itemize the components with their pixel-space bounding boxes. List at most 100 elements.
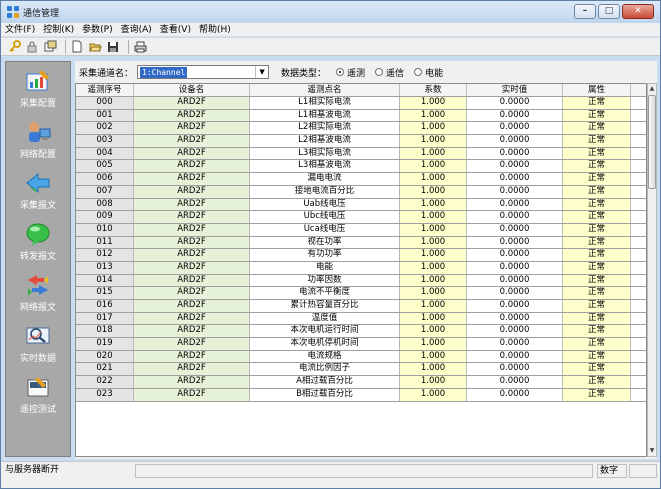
cell-coefficient[interactable]: 1.000 [400, 376, 467, 388]
cell-seq[interactable]: 002 [76, 122, 134, 135]
cell-seq[interactable]: 011 [76, 236, 134, 249]
cell-device[interactable]: ARD2F [134, 300, 250, 312]
cell-coefficient[interactable]: 1.000 [400, 287, 467, 299]
cell-realtime-value[interactable]: 0.0000 [467, 350, 563, 363]
cell-point-name[interactable]: 电流比例因子 [250, 363, 400, 376]
cell-attribute[interactable]: 正常 [563, 350, 631, 363]
table-row[interactable]: 005 ARD2F L3相基波电流 1.000 0.0000 正常 [76, 160, 646, 174]
table-row[interactable]: 004 ARD2F L3相实际电流 1.000 0.0000 正常 [76, 147, 646, 161]
cell-attribute[interactable]: 正常 [563, 338, 631, 350]
cell-point-name[interactable]: L3相实际电流 [250, 147, 400, 160]
cell-realtime-value[interactable]: 0.0000 [467, 147, 563, 160]
cell-attribute[interactable]: 正常 [563, 223, 631, 236]
cell-attribute[interactable]: 正常 [563, 287, 631, 299]
cell-realtime-value[interactable]: 0.0000 [467, 261, 563, 274]
table-row[interactable]: 000 ARD2F L1相实际电流 1.000 0.0000 正常 [76, 97, 646, 110]
cell-seq[interactable]: 018 [76, 325, 134, 338]
cell-attribute[interactable]: 正常 [563, 261, 631, 274]
channel-select[interactable]: 1:Channel ▼ [137, 65, 270, 79]
cell-coefficient[interactable]: 1.000 [400, 211, 467, 223]
cell-point-name[interactable]: 累计热容量百分比 [250, 300, 400, 312]
cell-seq[interactable]: 010 [76, 223, 134, 236]
menu-params[interactable]: 参数(P) [78, 23, 116, 37]
cell-device[interactable]: ARD2F [134, 223, 250, 236]
sidebar-item-network-message[interactable]: 网络报文 [6, 266, 70, 317]
cell-device[interactable]: ARD2F [134, 211, 250, 223]
cell-coefficient[interactable]: 1.000 [400, 249, 467, 261]
cell-realtime-value[interactable]: 0.0000 [467, 300, 563, 312]
cell-realtime-value[interactable]: 0.0000 [467, 325, 563, 338]
cell-attribute[interactable]: 正常 [563, 122, 631, 135]
cell-coefficient[interactable]: 1.000 [400, 185, 467, 198]
column-header-coefficient[interactable]: 系数 [400, 84, 467, 96]
table-row[interactable]: 021 ARD2F 电流比例因子 1.000 0.0000 正常 [76, 363, 646, 377]
cell-realtime-value[interactable]: 0.0000 [467, 173, 563, 185]
cell-attribute[interactable]: 正常 [563, 173, 631, 185]
cell-realtime-value[interactable]: 0.0000 [467, 274, 563, 287]
cell-seq[interactable]: 000 [76, 97, 134, 109]
cell-seq[interactable]: 017 [76, 312, 134, 325]
cell-point-name[interactable]: L2相基波电流 [250, 135, 400, 147]
cell-attribute[interactable]: 正常 [563, 236, 631, 249]
close-button[interactable]: ✕ [622, 4, 654, 19]
table-row[interactable]: 013 ARD2F 电能 1.000 0.0000 正常 [76, 261, 646, 275]
sidebar-item-realtime-data[interactable]: 实时数据 [6, 317, 70, 368]
cell-coefficient[interactable]: 1.000 [400, 122, 467, 135]
cell-seq[interactable]: 015 [76, 287, 134, 299]
cell-point-name[interactable]: 功率因数 [250, 274, 400, 287]
chevron-down-icon[interactable]: ▼ [255, 66, 268, 78]
cell-coefficient[interactable]: 1.000 [400, 388, 467, 401]
table-row[interactable]: 006 ARD2F 漏电电流 1.000 0.0000 正常 [76, 173, 646, 186]
radio-telesignal-dot[interactable] [375, 68, 384, 76]
cell-device[interactable]: ARD2F [134, 236, 250, 249]
table-row[interactable]: 008 ARD2F Uab线电压 1.000 0.0000 正常 [76, 198, 646, 212]
cell-seq[interactable]: 001 [76, 109, 134, 122]
cell-realtime-value[interactable]: 0.0000 [467, 122, 563, 135]
cell-coefficient[interactable]: 1.000 [400, 109, 467, 122]
scroll-up-icon[interactable]: ▲ [648, 84, 656, 94]
sidebar-item-collect-message[interactable]: 采集报文 [6, 164, 70, 215]
cell-attribute[interactable]: 正常 [563, 109, 631, 122]
radio-energy[interactable]: 电能 [414, 66, 443, 79]
radio-energy-dot[interactable] [414, 68, 423, 76]
cell-seq[interactable]: 014 [76, 274, 134, 287]
cell-point-name[interactable]: Ubc线电压 [250, 211, 400, 223]
cell-point-name[interactable]: 电能 [250, 261, 400, 274]
cell-attribute[interactable]: 正常 [563, 376, 631, 388]
column-header-attribute[interactable]: 属性 [563, 84, 631, 96]
cell-device[interactable]: ARD2F [134, 325, 250, 338]
cell-attribute[interactable]: 正常 [563, 97, 631, 109]
cell-seq[interactable]: 021 [76, 363, 134, 376]
cell-coefficient[interactable]: 1.000 [400, 198, 467, 211]
cell-attribute[interactable]: 正常 [563, 185, 631, 198]
cell-device[interactable]: ARD2F [134, 109, 250, 122]
cell-device[interactable]: ARD2F [134, 312, 250, 325]
cell-device[interactable]: ARD2F [134, 338, 250, 350]
cell-realtime-value[interactable]: 0.0000 [467, 135, 563, 147]
cell-coefficient[interactable]: 1.000 [400, 147, 467, 160]
cell-coefficient[interactable]: 1.000 [400, 223, 467, 236]
cell-point-name[interactable]: B相过载百分比 [250, 388, 400, 401]
lock-icon[interactable] [25, 40, 39, 54]
cell-device[interactable]: ARD2F [134, 122, 250, 135]
cell-attribute[interactable]: 正常 [563, 198, 631, 211]
vertical-scrollbar[interactable]: ▲ ▼ [647, 83, 657, 457]
table-row[interactable]: 002 ARD2F L2相实际电流 1.000 0.0000 正常 [76, 122, 646, 136]
cell-seq[interactable]: 003 [76, 135, 134, 147]
sidebar-item-network-config[interactable]: 网络配置 [6, 113, 70, 164]
cell-attribute[interactable]: 正常 [563, 249, 631, 261]
cell-point-name[interactable]: L3相基波电流 [250, 160, 400, 173]
table-row[interactable]: 011 ARD2F 视在功率 1.000 0.0000 正常 [76, 236, 646, 250]
cell-realtime-value[interactable]: 0.0000 [467, 287, 563, 299]
cell-realtime-value[interactable]: 0.0000 [467, 236, 563, 249]
key-icon[interactable] [7, 40, 21, 54]
column-header-realtime-value[interactable]: 实时值 [467, 84, 563, 96]
cell-device[interactable]: ARD2F [134, 376, 250, 388]
sidebar-item-remote-control-test[interactable]: 遥控测试 [6, 368, 70, 419]
cell-seq[interactable]: 012 [76, 249, 134, 261]
scroll-thumb[interactable] [648, 95, 656, 189]
cell-device[interactable]: ARD2F [134, 363, 250, 376]
cell-seq[interactable]: 023 [76, 388, 134, 401]
cell-realtime-value[interactable]: 0.0000 [467, 160, 563, 173]
cell-realtime-value[interactable]: 0.0000 [467, 223, 563, 236]
